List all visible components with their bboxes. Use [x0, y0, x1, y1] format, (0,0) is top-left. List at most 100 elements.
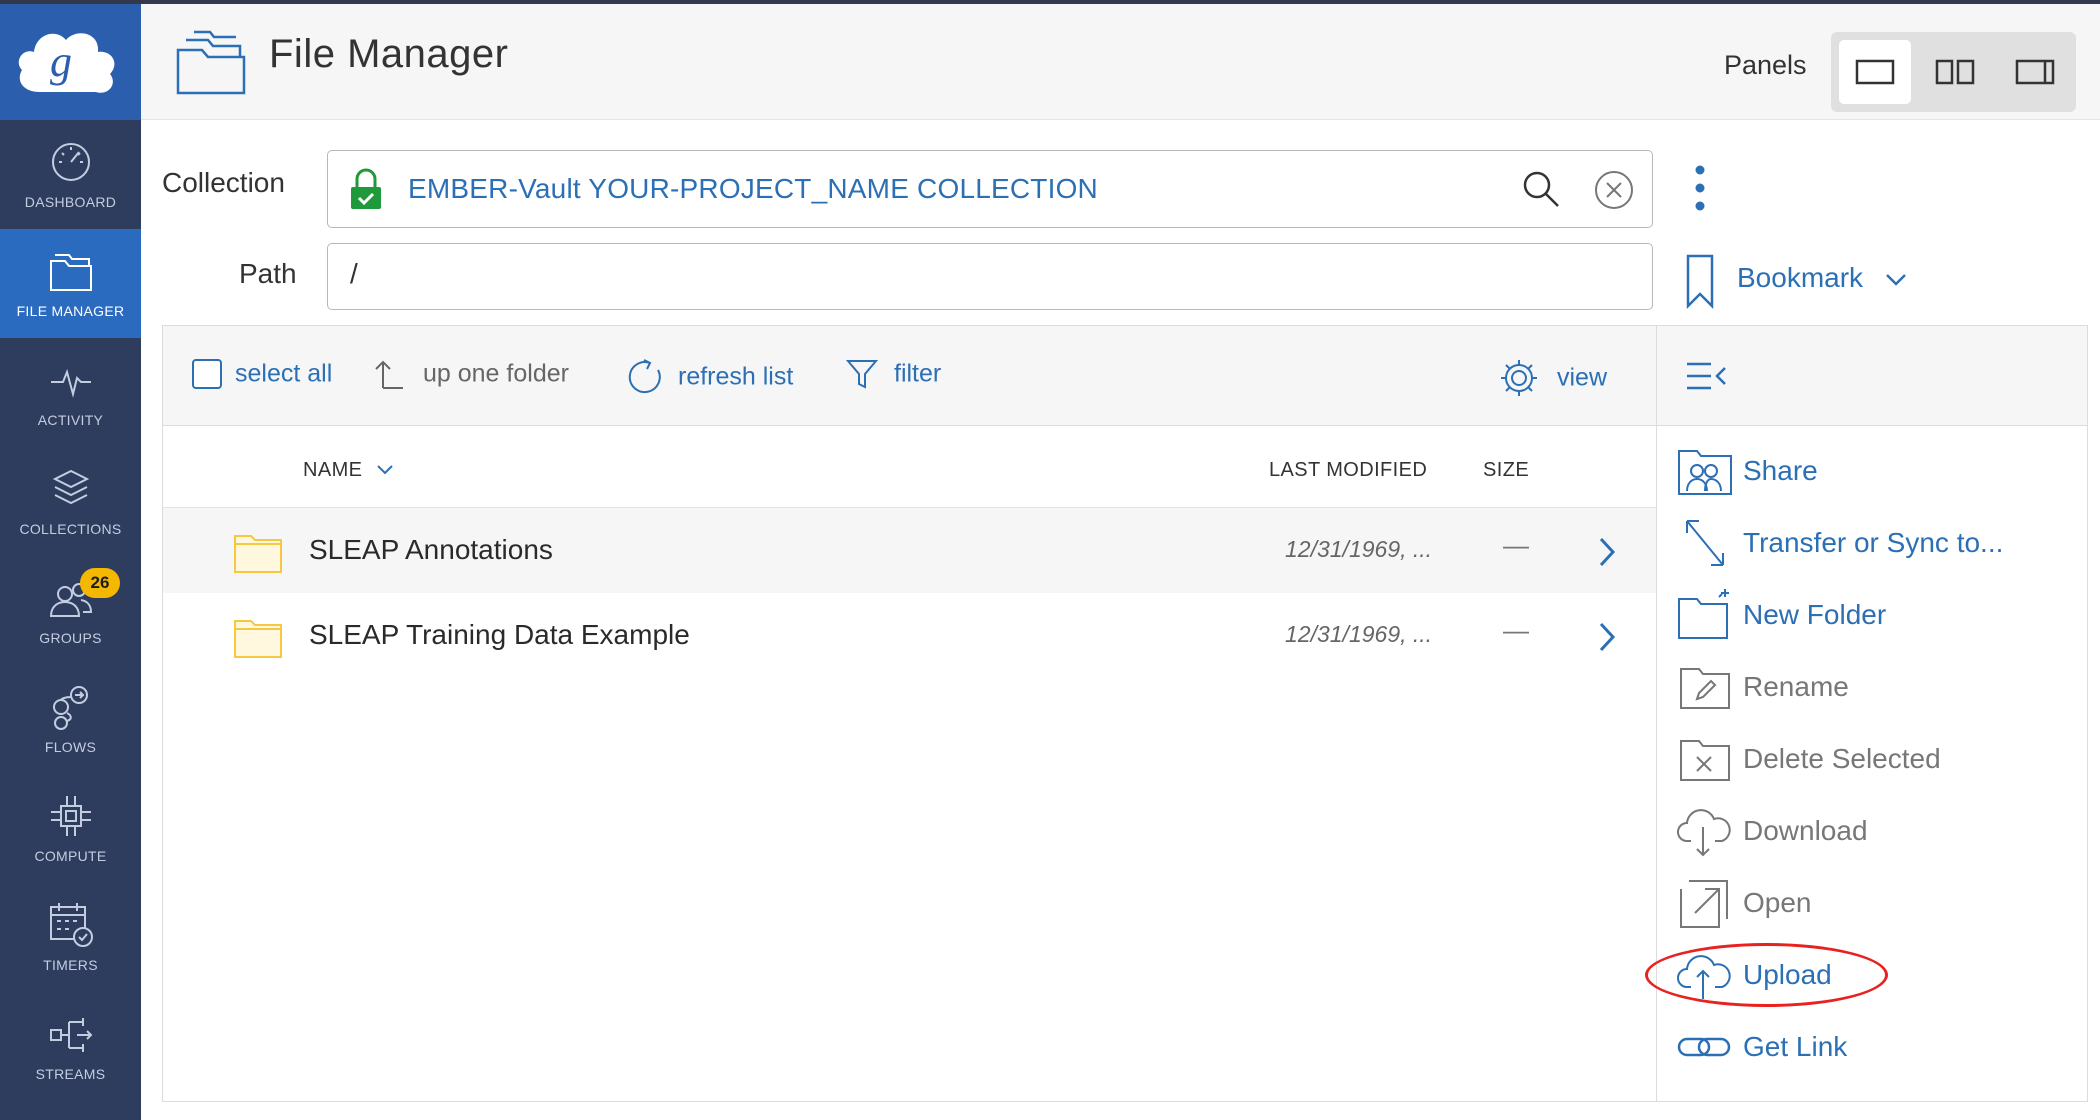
filter-button[interactable]: filter: [845, 358, 942, 390]
chevron-right-icon[interactable]: [1598, 621, 1616, 653]
bookmark-button[interactable]: Bookmark: [1737, 262, 1907, 294]
rename-action[interactable]: Rename: [1657, 657, 2087, 717]
new-folder-label: New Folder: [1743, 599, 1887, 630]
search-icon[interactable]: [1521, 169, 1561, 209]
share-label: Share: [1743, 455, 1818, 486]
app-window: g DASHBOARD FILE MANAGER ACTIVITY COLLEC…: [0, 0, 2100, 1120]
chevron-right-icon[interactable]: [1598, 536, 1616, 568]
view-button[interactable]: view: [1499, 358, 1607, 398]
sidebar-item-dashboard[interactable]: DASHBOARD: [0, 120, 141, 229]
page-title: File Manager: [269, 32, 509, 76]
svg-text:g: g: [50, 37, 72, 86]
sidebar-item-label: ACTIVITY: [37, 412, 104, 428]
file-size: —: [1503, 530, 1529, 560]
sidebar-item-groups[interactable]: 26 GROUPS: [0, 556, 141, 665]
sidebar-item-timers[interactable]: TIMERS: [0, 883, 141, 992]
get-link-action[interactable]: Get Link: [1657, 1017, 2087, 1077]
compute-icon: [50, 796, 91, 836]
get-link-label: Get Link: [1743, 1031, 1848, 1062]
sidebar-item-file-manager[interactable]: FILE MANAGER: [0, 229, 141, 338]
name-column-header[interactable]: NAME: [303, 459, 394, 482]
filter-label: filter: [894, 359, 942, 388]
groups-count-badge: 26: [80, 568, 120, 598]
get-link-icon: [1677, 1037, 1731, 1057]
page-header: File Manager Panels: [141, 4, 2100, 120]
chevron-down-icon: [1885, 274, 1906, 286]
sidebar-item-streams[interactable]: STREAMS: [0, 992, 141, 1101]
select-all-button[interactable]: select all: [191, 358, 332, 390]
sidebar-item-flows[interactable]: FLOWS: [0, 665, 141, 774]
download-icon: [1677, 809, 1731, 857]
clear-icon[interactable]: [1594, 170, 1634, 210]
download-action[interactable]: Download: [1657, 801, 2087, 861]
sidebar-item-activity[interactable]: ACTIVITY: [0, 338, 141, 447]
more-options-icon[interactable]: [1688, 162, 1712, 214]
open-icon: [1680, 880, 1728, 928]
collections-icon: [52, 469, 89, 505]
folder-icon: [234, 535, 282, 573]
file-toolbar: select all up one folder refresh list fi…: [163, 326, 1656, 426]
gear-icon: [1501, 360, 1537, 396]
sidebar-item-label: STREAMS: [35, 1066, 106, 1082]
path-label: Path: [239, 258, 297, 289]
file-name: SLEAP Training Data Example: [309, 619, 690, 650]
new-folder-icon: [1678, 589, 1729, 639]
lock-icon: [351, 168, 381, 209]
rename-label: Rename: [1743, 671, 1849, 702]
collapse-menu-icon[interactable]: [1685, 360, 1729, 392]
single-panel-icon: [1855, 59, 1895, 85]
share-action[interactable]: Share: [1657, 441, 2087, 501]
last-modified-column-header[interactable]: LAST MODIFIED: [1269, 459, 1427, 482]
download-label: Download: [1743, 815, 1868, 846]
panels-toggle-group: [1831, 32, 2076, 112]
sidebar-item-compute[interactable]: COMPUTE: [0, 774, 141, 883]
up-one-folder-label: up one folder: [423, 359, 569, 388]
refresh-list-label: refresh list: [678, 362, 794, 391]
collection-value: EMBER-Vault YOUR-PROJECT_NAME COLLECTION: [408, 173, 1098, 204]
file-name: SLEAP Annotations: [309, 534, 553, 565]
new-folder-action[interactable]: New Folder: [1657, 585, 2087, 645]
path-value: /: [350, 258, 358, 289]
sort-chevron-icon: [377, 465, 394, 475]
dual-panel-button[interactable]: [1919, 40, 1991, 104]
file-last-modified: 12/31/1969, ...: [1285, 621, 1433, 647]
sidebar-item-label: DASHBOARD: [24, 194, 117, 210]
view-label: view: [1557, 363, 1608, 392]
single-panel-button[interactable]: [1839, 40, 1911, 104]
bookmark-icon[interactable]: [1685, 253, 1715, 311]
right-panel-button[interactable]: [1999, 40, 2071, 104]
folder-icon: [176, 30, 246, 95]
sidebar-item-label: GROUPS: [39, 630, 102, 646]
up-one-folder-button[interactable]: up one folder: [373, 358, 569, 390]
upload-highlight-annotation: [1645, 943, 1888, 1007]
sidebar-item-collections[interactable]: COLLECTIONS: [0, 447, 141, 556]
collection-field[interactable]: EMBER-Vault YOUR-PROJECT_NAME COLLECTION: [327, 150, 1653, 228]
sidebar: g DASHBOARD FILE MANAGER ACTIVITY COLLEC…: [0, 4, 141, 1120]
open-action[interactable]: Open: [1657, 873, 2087, 933]
activity-icon: [50, 368, 91, 398]
path-input[interactable]: /: [327, 243, 1653, 310]
share-icon: [1678, 450, 1732, 495]
size-column-header[interactable]: SIZE: [1483, 459, 1529, 482]
refresh-list-button[interactable]: refresh list: [628, 358, 793, 396]
transfer-icon: [1686, 520, 1724, 566]
rename-icon: [1680, 668, 1730, 709]
transfer-or-sync-action[interactable]: Transfer or Sync to...: [1657, 513, 2087, 573]
file-manager-icon: [49, 254, 92, 291]
globus-logo[interactable]: g: [0, 4, 141, 120]
transfer-label: Transfer or Sync to...: [1743, 527, 2004, 558]
up-arrow-icon: [375, 360, 403, 389]
panels-label: Panels: [1724, 50, 1807, 80]
delete-selected-action[interactable]: Delete Selected: [1657, 729, 2087, 789]
filter-icon: [845, 360, 879, 389]
file-last-modified: 12/31/1969, ...: [1285, 536, 1433, 562]
streams-icon: [49, 1018, 92, 1052]
collection-label: Collection: [162, 167, 285, 198]
checkbox-icon: [192, 359, 222, 389]
table-row[interactable]: SLEAP Annotations 12/31/1969, ... —: [163, 507, 1656, 593]
sidebar-item-label: TIMERS: [43, 957, 98, 973]
timers-icon: [49, 903, 93, 947]
sidebar-item-label: COLLECTIONS: [19, 521, 122, 537]
sidebar-item-label: COMPUTE: [34, 848, 107, 864]
table-row[interactable]: SLEAP Training Data Example 12/31/1969, …: [163, 593, 1656, 679]
